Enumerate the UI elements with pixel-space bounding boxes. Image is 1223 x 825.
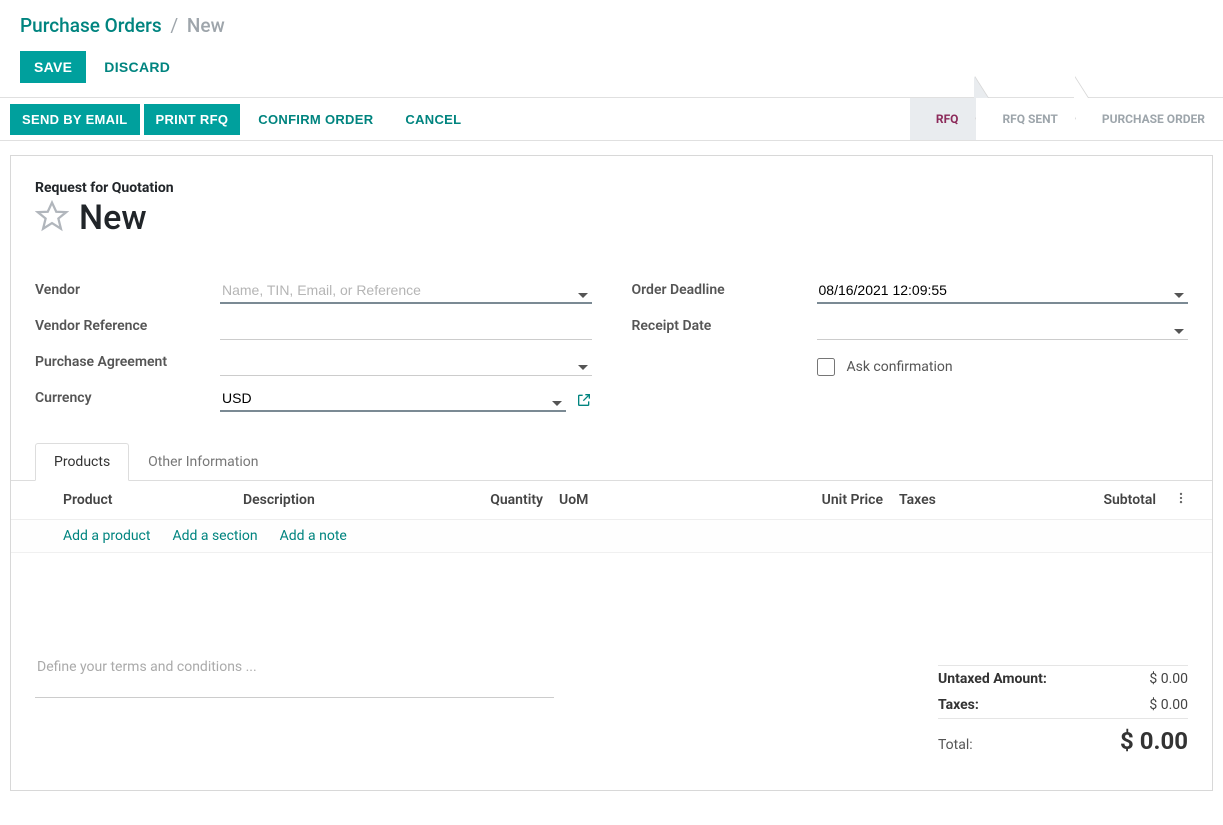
tabs: Products Other Information xyxy=(11,442,1212,481)
currency-label: Currency xyxy=(35,390,220,412)
untaxed-value: $ 0.00 xyxy=(1149,671,1188,687)
save-button[interactable]: SAVE xyxy=(20,51,86,83)
send-by-email-button[interactable]: SEND BY EMAIL xyxy=(10,104,140,135)
status-rfq-sent[interactable]: RFQ SENT xyxy=(976,98,1075,140)
col-product: Product xyxy=(63,492,243,508)
tab-products[interactable]: Products xyxy=(35,443,129,481)
col-subtotal: Subtotal xyxy=(973,492,1156,508)
receipt-date-label: Receipt Date xyxy=(632,318,817,340)
save-discard-row: SAVE DISCARD xyxy=(0,45,1223,97)
col-taxes: Taxes xyxy=(883,492,973,508)
print-rfq-button[interactable]: PRINT RFQ xyxy=(144,104,241,135)
total-value: $ 0.00 xyxy=(1120,727,1188,755)
form-sheet: Request for Quotation New Vendor Vendor … xyxy=(10,155,1213,791)
discard-button[interactable]: DISCARD xyxy=(104,51,170,83)
col-unit-price: Unit Price xyxy=(773,492,883,508)
form-left-column: Vendor Vendor Reference Purchase Agreeme… xyxy=(35,268,592,412)
page-title: New xyxy=(79,198,147,238)
external-link-icon[interactable] xyxy=(576,392,592,412)
action-bar: SEND BY EMAIL PRINT RFQ CONFIRM ORDER CA… xyxy=(0,97,1223,141)
breadcrumb-current: New xyxy=(187,14,225,37)
order-line-header: Product Description Quantity UoM Unit Pr… xyxy=(11,481,1212,520)
total-label: Total: xyxy=(938,737,973,753)
footer-area: Untaxed Amount: $ 0.00 Taxes: $ 0.00 Tot… xyxy=(35,653,1188,760)
terms-input[interactable] xyxy=(35,653,554,698)
confirm-order-button[interactable]: CONFIRM ORDER xyxy=(244,104,387,135)
order-deadline-input[interactable] xyxy=(817,278,1189,304)
taxes-value: $ 0.00 xyxy=(1149,697,1188,713)
add-section-link[interactable]: Add a section xyxy=(172,528,257,544)
breadcrumb-parent[interactable]: Purchase Orders xyxy=(20,14,162,37)
col-uom: UoM xyxy=(543,492,603,508)
breadcrumb: Purchase Orders / New xyxy=(0,0,1223,45)
empty-label xyxy=(632,370,817,376)
ask-confirmation-checkbox[interactable] xyxy=(817,358,835,376)
status-purchase-order[interactable]: PURCHASE ORDER xyxy=(1076,98,1223,140)
totals-block: Untaxed Amount: $ 0.00 Taxes: $ 0.00 Tot… xyxy=(938,665,1188,760)
vendor-label: Vendor xyxy=(35,282,220,304)
tab-other-information[interactable]: Other Information xyxy=(129,443,277,481)
form-columns: Vendor Vendor Reference Purchase Agreeme… xyxy=(35,268,1188,412)
purchase-agreement-label: Purchase Agreement xyxy=(35,354,220,376)
col-quantity: Quantity xyxy=(443,492,543,508)
status-bar: RFQ RFQ SENT PURCHASE ORDER xyxy=(910,98,1223,140)
taxes-label: Taxes: xyxy=(938,697,979,713)
add-product-link[interactable]: Add a product xyxy=(63,528,150,544)
purchase-agreement-input[interactable] xyxy=(220,351,592,376)
star-icon[interactable] xyxy=(35,199,69,237)
vendor-reference-label: Vendor Reference xyxy=(35,318,220,340)
title-row: New xyxy=(35,198,1188,238)
breadcrumb-separator: / xyxy=(170,14,178,37)
cancel-button[interactable]: CANCEL xyxy=(391,104,475,135)
add-line-row: Add a product Add a section Add a note xyxy=(11,520,1212,553)
status-rfq[interactable]: RFQ xyxy=(910,98,977,140)
form-subtitle: Request for Quotation xyxy=(35,180,1188,196)
ask-confirmation-label: Ask confirmation xyxy=(847,359,953,375)
kebab-icon[interactable] xyxy=(1174,493,1188,509)
action-buttons: SEND BY EMAIL PRINT RFQ CONFIRM ORDER CA… xyxy=(10,98,475,140)
vendor-reference-input[interactable] xyxy=(220,315,592,340)
form-right-column: Order Deadline Receipt Date Ask confirma… xyxy=(632,268,1189,412)
currency-input[interactable] xyxy=(220,386,566,412)
order-deadline-label: Order Deadline xyxy=(632,282,817,304)
receipt-date-input[interactable] xyxy=(817,315,1189,340)
col-description: Description xyxy=(243,492,443,508)
add-note-link[interactable]: Add a note xyxy=(280,528,347,544)
untaxed-label: Untaxed Amount: xyxy=(938,671,1047,687)
vendor-input[interactable] xyxy=(220,278,592,304)
